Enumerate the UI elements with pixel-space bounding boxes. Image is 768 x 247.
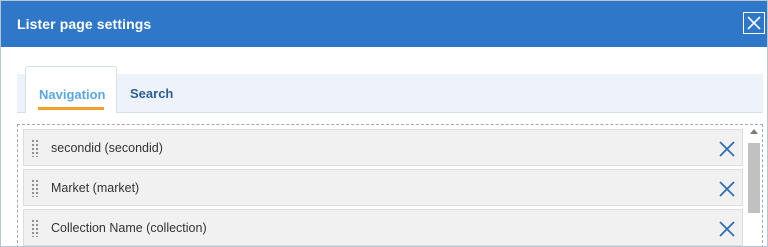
tab-search[interactable]: Search <box>129 74 189 112</box>
lister-page-settings-dialog: Lister page settings Navigation Search s… <box>0 0 768 247</box>
list-item-label: secondid (secondid) <box>51 141 163 155</box>
dialog-title: Lister page settings <box>17 16 152 32</box>
drag-handle-icon[interactable] <box>31 179 39 197</box>
list-item: Collection Name (collection) <box>23 209 743 246</box>
list-scrollbar[interactable] <box>748 127 760 246</box>
remove-icon[interactable] <box>718 180 736 198</box>
list-item: Market (market) <box>23 169 743 206</box>
drag-handle-icon[interactable] <box>31 219 39 237</box>
scroll-up-arrow-icon[interactable] <box>750 129 758 134</box>
list-item-label: Collection Name (collection) <box>51 221 207 235</box>
list-item-label: Market (market) <box>51 181 140 195</box>
close-icon <box>747 16 761 30</box>
tab-search-label: Search <box>130 86 174 101</box>
active-tab-indicator <box>38 107 104 110</box>
drag-handle-icon[interactable] <box>31 139 39 157</box>
scroll-thumb[interactable] <box>748 143 760 213</box>
navigation-field-list: secondid (secondid) Market (market) Coll… <box>17 124 763 246</box>
dialog-titlebar: Lister page settings <box>1 1 767 47</box>
remove-icon[interactable] <box>718 220 736 238</box>
remove-icon[interactable] <box>718 140 736 158</box>
tab-navigation[interactable]: Navigation <box>25 66 117 113</box>
close-button[interactable] <box>743 12 765 34</box>
tab-navigation-label: Navigation <box>39 87 106 102</box>
tab-strip: Navigation Search <box>17 66 763 113</box>
list-item: secondid (secondid) <box>23 129 743 166</box>
